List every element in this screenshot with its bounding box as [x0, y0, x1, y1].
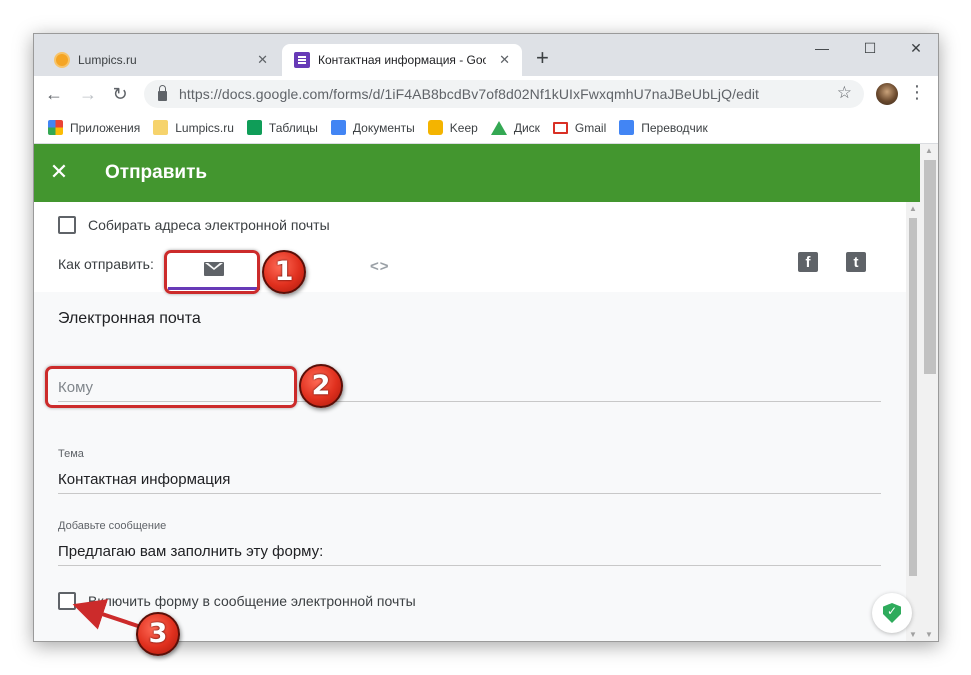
twitter-icon[interactable]: t	[846, 252, 866, 272]
bookmark-label: Документы	[352, 120, 415, 135]
maximize-button[interactable]: ☐	[860, 40, 880, 57]
collect-emails-label: Собирать адреса электронной почты	[88, 217, 330, 233]
forward-button[interactable]: →	[76, 82, 100, 106]
include-form-label: Включить форму в сообщение электронной п…	[88, 593, 416, 609]
address-bar[interactable]: https://docs.google.com/forms/d/1iF4AB8b…	[144, 80, 864, 108]
email-section: Электронная почта Тема Добавьте сообщени…	[34, 292, 906, 641]
tab-close-icon[interactable]: ✕	[257, 52, 268, 68]
drive-icon	[490, 120, 507, 135]
email-section-title: Электронная почта	[58, 310, 201, 327]
collect-emails-checkbox[interactable]	[58, 216, 76, 234]
bookmark-star-icon[interactable]: ☆	[837, 83, 852, 103]
bookmark-drive[interactable]: Диск	[490, 120, 540, 135]
docs-icon	[330, 120, 346, 135]
message-label: Добавьте сообщение	[58, 520, 167, 532]
scroll-up-icon[interactable]: ▲	[909, 204, 917, 213]
google-forms-favicon-icon	[294, 52, 310, 68]
scroll-up-icon[interactable]: ▲	[925, 146, 933, 155]
browser-menu-button[interactable]: ⋮	[908, 82, 926, 103]
bookmark-gmail[interactable]: Gmail	[552, 120, 607, 135]
reload-button[interactable]: ↻	[108, 82, 132, 106]
lumpics-favicon-icon	[54, 52, 70, 68]
browser-toolbar: ← → ↻ https://docs.google.com/forms/d/1i…	[34, 76, 938, 112]
security-extension-button[interactable]	[872, 593, 912, 633]
back-button[interactable]: ←	[42, 82, 66, 106]
bookmark-translate[interactable]: Переводчик	[619, 120, 708, 135]
apps-icon	[48, 120, 63, 135]
bookmarks-bar: Приложения Lumpics.ru Таблицы Документы …	[34, 112, 938, 144]
tab-close-icon[interactable]: ✕	[499, 52, 510, 68]
highlight-recipient-field	[45, 366, 297, 408]
bookmark-lumpics[interactable]: Lumpics.ru	[153, 120, 234, 135]
shield-check-icon	[883, 603, 901, 623]
embed-code-icon[interactable]: <>	[370, 258, 390, 275]
translate-icon	[619, 120, 635, 135]
send-via-label: Как отправить:	[58, 256, 154, 272]
lock-icon	[158, 85, 167, 101]
new-tab-button[interactable]: +	[536, 46, 549, 70]
title-bar: Lumpics.ru ✕ Контактная информация - Goo…	[34, 34, 938, 76]
profile-avatar[interactable]	[876, 83, 898, 105]
bookmark-docs[interactable]: Документы	[330, 120, 415, 135]
step-badge-3: 3	[136, 612, 180, 656]
url-text: https://docs.google.com/forms/d/1iF4AB8b…	[179, 86, 760, 102]
message-input[interactable]	[58, 538, 881, 566]
bookmark-label: Gmail	[574, 120, 607, 135]
bookmark-label: Переводчик	[641, 120, 708, 135]
facebook-icon[interactable]: f	[798, 252, 818, 272]
keep-icon	[427, 120, 443, 135]
step-badge-2: 2	[299, 364, 343, 408]
highlight-email-method	[164, 250, 260, 294]
scroll-down-icon[interactable]: ▼	[909, 630, 917, 639]
sheets-icon	[246, 120, 262, 135]
bookmark-label: Keep	[449, 120, 478, 135]
bookmark-sheets[interactable]: Таблицы	[246, 120, 318, 135]
close-dialog-button[interactable]: ✕	[48, 159, 70, 185]
page-scroll-thumb[interactable]	[924, 160, 936, 374]
dialog-title: Отправить	[105, 162, 208, 183]
bookmark-label: Диск	[513, 120, 540, 135]
step-badge-1: 1	[262, 250, 306, 294]
subject-label: Тема	[58, 448, 84, 460]
tab-lumpics[interactable]: Lumpics.ru ✕	[44, 44, 280, 76]
page-scrollbar[interactable]: ▲ ▼	[920, 144, 938, 641]
scroll-down-icon[interactable]: ▼	[925, 630, 933, 639]
close-window-button[interactable]: ✕	[906, 40, 926, 57]
folder-icon	[153, 120, 169, 135]
browser-window: Lumpics.ru ✕ Контактная информация - Goo…	[33, 33, 939, 642]
dialog-scrollbar[interactable]: ▲ ▼	[906, 202, 920, 641]
minimize-button[interactable]: —	[812, 40, 832, 56]
dialog-scroll-thumb[interactable]	[909, 218, 917, 576]
send-dialog-header: ✕ Отправить	[34, 144, 920, 202]
bookmark-label: Lumpics.ru	[175, 120, 234, 135]
bookmark-keep[interactable]: Keep	[427, 120, 478, 135]
tab-google-forms[interactable]: Контактная информация - Google Формы ✕	[282, 44, 522, 76]
tab-title: Контактная информация - Google Формы	[318, 53, 486, 67]
bookmark-label: Таблицы	[268, 120, 318, 135]
bookmark-label: Приложения	[70, 120, 141, 135]
include-form-checkbox[interactable]	[58, 592, 76, 610]
tab-title: Lumpics.ru	[78, 53, 137, 67]
bookmark-apps[interactable]: Приложения	[48, 120, 140, 135]
gmail-icon	[552, 121, 568, 134]
subject-input[interactable]	[58, 466, 881, 494]
